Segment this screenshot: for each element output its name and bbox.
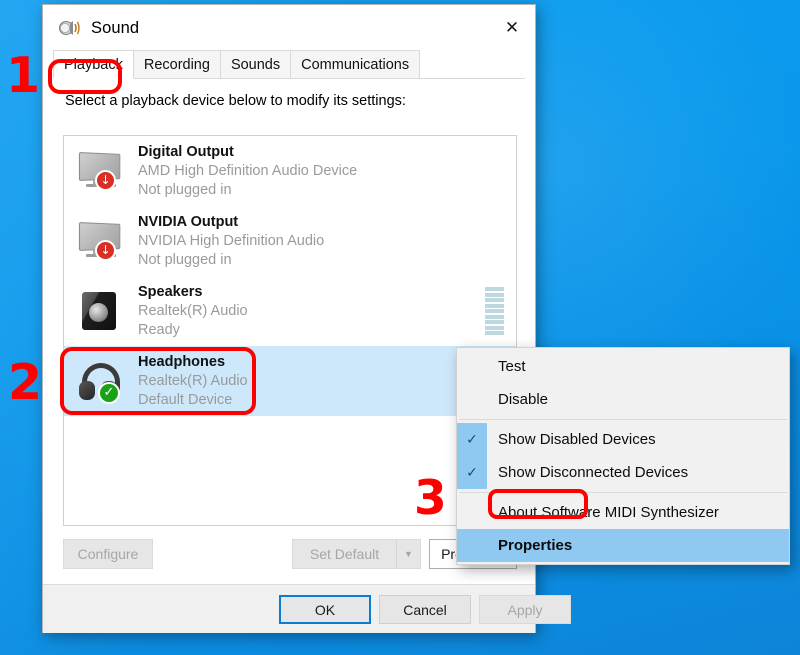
apply-button[interactable]: Apply xyxy=(479,595,571,624)
device-status: Default Device xyxy=(138,391,233,408)
volume-meter xyxy=(485,287,504,335)
dialog-footer: OK Cancel Apply xyxy=(43,584,571,633)
tab-communications[interactable]: Communications xyxy=(290,50,421,78)
device-status: Ready xyxy=(138,321,180,338)
monitor-icon: ↓ xyxy=(76,147,128,195)
menu-separator xyxy=(459,419,787,420)
device-driver: Realtek(R) Audio xyxy=(138,302,248,319)
monitor-icon: ↓ xyxy=(76,217,128,265)
annotation-number-1: 1 xyxy=(6,47,41,104)
device-status: Not plugged in xyxy=(138,181,232,198)
annotation-number-3: 3 xyxy=(414,471,447,526)
menu-item-label: Properties xyxy=(498,537,573,554)
configure-button[interactable]: Configure xyxy=(63,539,153,569)
device-driver: NVIDIA High Definition Audio xyxy=(138,232,325,249)
menu-check-slot xyxy=(457,383,487,416)
device-driver: Realtek(R) Audio xyxy=(138,372,248,389)
menu-item-test[interactable]: Test xyxy=(457,350,789,383)
chevron-down-icon[interactable]: ▼ xyxy=(396,539,421,569)
device-context-menu: Test Disable ✓ Show Disabled Devices ✓ S… xyxy=(456,347,790,565)
headphones-icon: ✓ xyxy=(76,357,128,405)
menu-item-label: Show Disabled Devices xyxy=(498,431,656,448)
cancel-button[interactable]: Cancel xyxy=(379,595,471,624)
menu-separator xyxy=(459,492,787,493)
window-title: Sound xyxy=(91,18,140,37)
green-check-badge-icon: ✓ xyxy=(98,382,120,404)
title-bar: Sound ✕ xyxy=(43,5,535,51)
annotation-number-2: 2 xyxy=(8,354,43,411)
ok-button[interactable]: OK xyxy=(279,595,371,624)
check-icon: ✓ xyxy=(457,423,487,456)
device-action-buttons: Configure Set Default ▼ Properties xyxy=(63,539,517,569)
menu-item-disable[interactable]: Disable xyxy=(457,383,789,416)
check-icon: ✓ xyxy=(457,456,487,489)
speaker-icon xyxy=(76,287,128,335)
device-row-speakers[interactable]: Speakers Realtek(R) Audio Ready xyxy=(64,276,516,346)
device-row-headphones[interactable]: ✓ Headphones Realtek(R) Audio Default De… xyxy=(64,346,516,416)
down-arrow-badge-icon: ↓ xyxy=(95,240,116,261)
close-icon[interactable]: ✕ xyxy=(489,5,535,51)
desktop-background: Sound ✕ Playback Recording Sounds Commun… xyxy=(0,0,800,655)
menu-item-show-disconnected-devices[interactable]: ✓ Show Disconnected Devices xyxy=(457,456,789,489)
menu-check-slot xyxy=(457,496,487,529)
menu-item-show-disabled-devices[interactable]: ✓ Show Disabled Devices xyxy=(457,423,789,456)
instruction-text: Select a playback device below to modify… xyxy=(65,93,406,109)
device-driver: AMD High Definition Audio Device xyxy=(138,162,358,179)
device-name: Headphones xyxy=(138,353,226,370)
menu-item-label: Test xyxy=(498,358,526,375)
tab-sounds[interactable]: Sounds xyxy=(219,50,292,78)
playback-device-list[interactable]: ↓ Digital Output AMD High Definition Aud… xyxy=(63,135,517,526)
menu-item-properties[interactable]: Properties xyxy=(457,529,789,562)
device-name: NVIDIA Output xyxy=(138,213,239,230)
menu-item-label: Show Disconnected Devices xyxy=(498,464,689,481)
tab-recording[interactable]: Recording xyxy=(132,50,221,78)
down-arrow-badge-icon: ↓ xyxy=(95,170,116,191)
device-row-digital-output[interactable]: ↓ Digital Output AMD High Definition Aud… xyxy=(64,136,516,206)
set-default-button[interactable]: Set Default xyxy=(292,539,396,569)
device-name: Speakers xyxy=(138,283,203,300)
menu-item-label: Disable xyxy=(498,391,549,408)
menu-check-slot xyxy=(457,529,487,562)
tab-playback[interactable]: Playback xyxy=(53,50,134,78)
device-name: Digital Output xyxy=(138,143,234,160)
tab-strip: Playback Recording Sounds Communications xyxy=(53,50,525,79)
device-row-nvidia-output[interactable]: ↓ NVIDIA Output NVIDIA High Definition A… xyxy=(64,206,516,276)
menu-check-slot xyxy=(457,350,487,383)
device-status: Not plugged in xyxy=(138,251,232,268)
speaker-icon xyxy=(58,17,80,39)
menu-item-about-software-midi-synthesizer[interactable]: About Software MIDI Synthesizer xyxy=(457,496,789,529)
menu-item-label: About Software MIDI Synthesizer xyxy=(498,504,719,521)
